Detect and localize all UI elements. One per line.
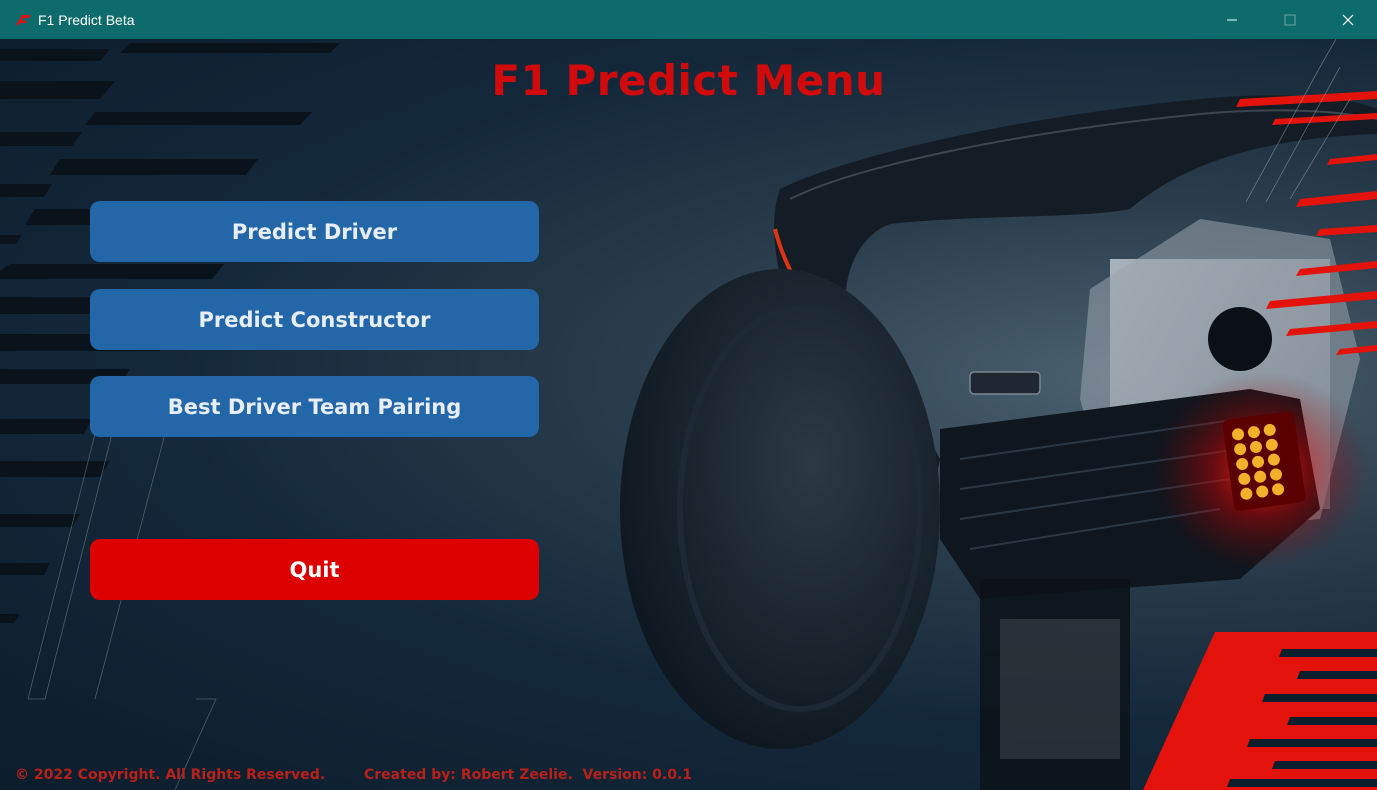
app-window: F1 Predict Beta F1 Predict Menu Predict … xyxy=(0,0,1377,790)
quit-button[interactable]: Quit xyxy=(90,539,539,600)
copyright-text: © 2022 Copyright. All Rights Reserved. xyxy=(15,767,326,783)
window-controls xyxy=(1203,0,1377,39)
main-panel: F1 Predict Menu Predict Driver Predict C… xyxy=(0,39,1377,790)
minimize-icon xyxy=(1227,19,1237,20)
maximize-icon xyxy=(1284,14,1296,25)
minimize-button[interactable] xyxy=(1203,0,1261,39)
page-title: F1 Predict Menu xyxy=(491,56,886,105)
title-bar[interactable]: F1 Predict Beta xyxy=(0,0,1377,39)
predict-driver-button[interactable]: Predict Driver xyxy=(90,201,539,262)
credits-version-text: Created by: Robert Zeelie. Version: 0.0.… xyxy=(364,767,693,783)
best-driver-team-pairing-button[interactable]: Best Driver Team Pairing xyxy=(90,376,539,437)
close-button[interactable] xyxy=(1319,0,1377,39)
close-icon xyxy=(1342,14,1354,25)
window-title: F1 Predict Beta xyxy=(38,11,135,28)
f1-logo-icon xyxy=(14,14,32,26)
maximize-button[interactable] xyxy=(1261,0,1319,39)
predict-constructor-button[interactable]: Predict Constructor xyxy=(90,289,539,350)
